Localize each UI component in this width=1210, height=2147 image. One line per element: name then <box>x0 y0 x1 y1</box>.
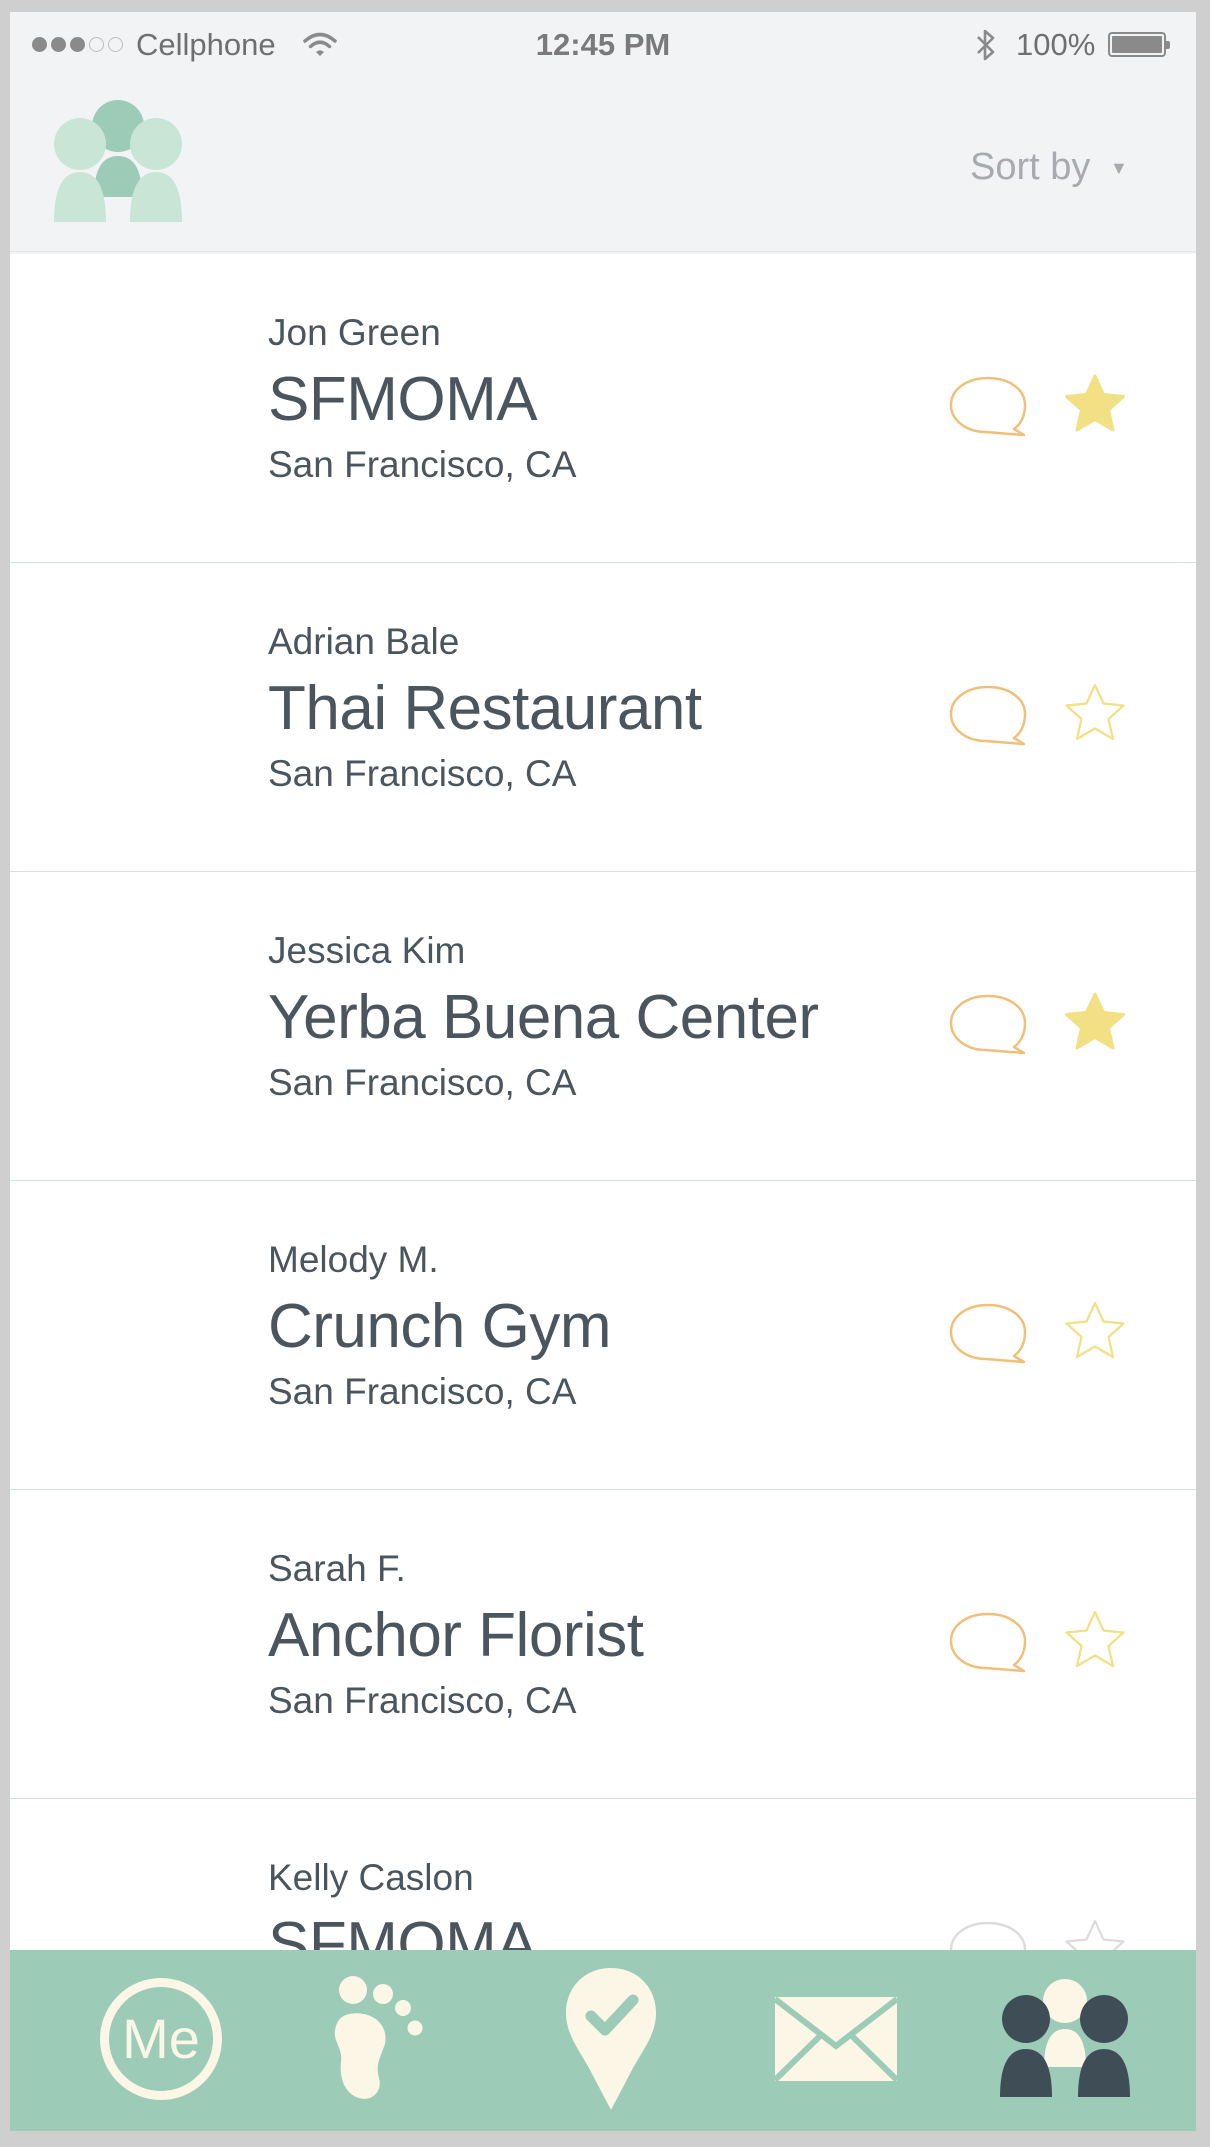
checkin-list: Jon Green SFMOMA San Francisco, CA Adria… <box>10 254 1196 1950</box>
place-name: Thai Restaurant <box>268 674 702 743</box>
place-city: San Francisco, CA <box>268 1062 577 1103</box>
place-city: San Francisco, CA <box>268 753 577 794</box>
comment-icon[interactable] <box>948 374 1028 440</box>
person-name: Adrian Bale <box>268 621 460 662</box>
tab-messages[interactable] <box>761 1964 911 2114</box>
list-item[interactable]: Melody M. Crunch Gym San Francisco, CA <box>10 1181 1196 1490</box>
mail-icon[interactable] <box>774 1996 898 2082</box>
list-item[interactable]: Kelly Caslon SFMOMA <box>10 1799 1196 1950</box>
person-name: Melody M. <box>268 1239 439 1280</box>
comment-icon[interactable] <box>948 1301 1028 1367</box>
person-name: Jon Green <box>268 312 441 353</box>
star-outline-icon[interactable] <box>1062 1608 1128 1674</box>
tab-me[interactable]: Me <box>86 1964 236 2114</box>
person-name: Sarah F. <box>268 1548 406 1589</box>
bluetooth-icon <box>974 28 998 67</box>
person-name: Kelly Caslon <box>268 1857 474 1898</box>
me-icon[interactable]: Me <box>100 1978 222 2100</box>
tab-activity[interactable] <box>310 1964 460 2114</box>
place-name: SFMOMA <box>268 1910 538 1950</box>
battery-icon <box>1108 32 1170 57</box>
list-item[interactable]: Jon Green SFMOMA San Francisco, CA <box>10 254 1196 563</box>
place-city: San Francisco, CA <box>268 444 577 485</box>
people-icon[interactable] <box>1000 1977 1130 2101</box>
place-city: San Francisco, CA <box>268 1371 577 1412</box>
phone-screen: Cellphone 12:45 PM 100% Sort by ▼ Jon Gr… <box>10 12 1196 2131</box>
status-bar: Cellphone 12:45 PM 100% <box>10 12 1196 78</box>
checkin-pin-icon[interactable] <box>561 1964 661 2114</box>
list-item[interactable]: Adrian Bale Thai Restaurant San Francisc… <box>10 563 1196 872</box>
star-outline-icon[interactable] <box>1062 681 1128 747</box>
tab-bar: Me <box>10 1950 1196 2131</box>
star-outline-icon[interactable] <box>1062 1917 1128 1950</box>
comment-icon[interactable] <box>948 1919 1028 1950</box>
star-icon[interactable] <box>1062 990 1128 1056</box>
comment-icon[interactable] <box>948 1610 1028 1676</box>
list-item[interactable]: Jessica Kim Yerba Buena Center San Franc… <box>10 872 1196 1181</box>
footprints-icon[interactable] <box>325 1974 445 2104</box>
place-name: Yerba Buena Center <box>268 983 819 1052</box>
comment-icon[interactable] <box>948 992 1028 1058</box>
place-name: SFMOMA <box>268 365 538 434</box>
tab-checkin[interactable] <box>536 1964 686 2114</box>
me-label: Me <box>122 2006 200 2070</box>
app-header: Sort by ▼ <box>10 78 1196 252</box>
place-city: San Francisco, CA <box>268 1680 577 1721</box>
battery-percentage: 100% <box>1016 27 1096 62</box>
person-name: Jessica Kim <box>268 930 466 971</box>
place-name: Crunch Gym <box>268 1292 611 1361</box>
star-icon[interactable] <box>1062 372 1128 438</box>
caret-down-icon[interactable]: ▼ <box>1110 158 1128 179</box>
app-logo-icon <box>54 98 194 235</box>
star-outline-icon[interactable] <box>1062 1299 1128 1365</box>
place-name: Anchor Florist <box>268 1601 644 1670</box>
sort-by-dropdown[interactable]: Sort by <box>970 146 1090 189</box>
tab-friends[interactable] <box>990 1964 1140 2114</box>
list-item[interactable]: Sarah F. Anchor Florist San Francisco, C… <box>10 1490 1196 1799</box>
comment-icon[interactable] <box>948 683 1028 749</box>
